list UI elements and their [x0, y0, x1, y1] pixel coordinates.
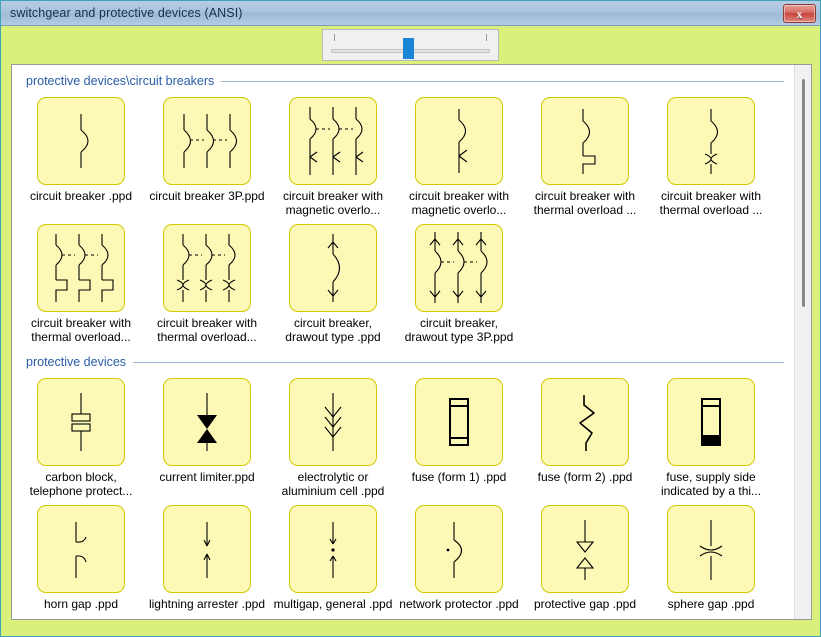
dialog-window: switchgear and protective devices (ANSI)… [0, 0, 821, 637]
symbol-item[interactable]: circuit breaker, drawout type 3P.ppd [396, 219, 522, 344]
section-header: protective devices [16, 346, 790, 373]
symbol-label: fuse (form 1) .ppd [411, 470, 507, 484]
scrollbar-thumb[interactable] [802, 79, 805, 307]
symbol-label: electrolytic or aluminium cell .ppd [281, 470, 385, 498]
section-header: protective devices\circuit breakers [16, 65, 790, 92]
symbol-item[interactable]: carbon block, telephone protect... [18, 373, 144, 498]
symbol-label: fuse, supply side indicated by a thi... [660, 470, 762, 498]
symbol-label: circuit breaker with thermal overload ..… [659, 189, 763, 217]
symbol-item[interactable]: circuit breaker, drawout type .ppd [270, 219, 396, 344]
symbol-item[interactable]: circuit breaker .ppd [18, 92, 144, 217]
symbol-tile[interactable] [415, 505, 503, 593]
symbol-tile[interactable] [37, 97, 125, 185]
slider-thumb[interactable] [403, 38, 414, 59]
symbol-tile[interactable] [289, 97, 377, 185]
symbol-item[interactable]: network protector .ppd [396, 500, 522, 611]
symbol-item[interactable]: circuit breaker with thermal overload... [18, 219, 144, 344]
symbol-item[interactable]: circuit breaker with thermal overload ..… [648, 92, 774, 217]
symbol-label: circuit breaker with thermal overload... [30, 316, 132, 344]
symbol-item[interactable]: electrolytic or aluminium cell .ppd [270, 373, 396, 498]
symbol-label: circuit breaker with thermal overload ..… [533, 189, 637, 217]
symbol-tile[interactable] [163, 378, 251, 466]
symbol-browser-panel: protective devices\circuit breakers circ… [11, 64, 812, 620]
symbol-label: circuit breaker .ppd [29, 189, 133, 203]
symbol-tile[interactable] [667, 505, 755, 593]
symbol-item[interactable]: lightning arrester .ppd [144, 500, 270, 611]
symbol-label: circuit breaker, drawout type 3P.ppd [404, 316, 514, 344]
symbol-item[interactable]: sphere gap .ppd [648, 500, 774, 611]
symbol-label: circuit breaker, drawout type .ppd [285, 316, 381, 344]
symbol-label: sphere gap .ppd [667, 597, 755, 611]
symbol-tile[interactable] [415, 224, 503, 312]
symbol-item[interactable]: circuit breaker 3P.ppd [144, 92, 270, 217]
symbol-list: protective devices\circuit breakers circ… [12, 65, 794, 619]
symbol-item[interactable]: current limiter.ppd [144, 373, 270, 498]
slider-toolbar [1, 26, 820, 64]
close-button[interactable]: x [783, 4, 816, 23]
slider-tick-left [334, 34, 335, 41]
symbol-tile[interactable] [541, 378, 629, 466]
symbol-item[interactable]: horn gap .ppd [18, 500, 144, 611]
section-divider [221, 80, 784, 82]
symbol-label: lightning arrester .ppd [148, 597, 266, 611]
symbol-tile[interactable] [163, 224, 251, 312]
symbol-tile[interactable] [37, 505, 125, 593]
symbol-label: network protector .ppd [399, 597, 519, 611]
symbol-tile[interactable] [163, 97, 251, 185]
symbol-item[interactable]: multigap, general .ppd [270, 500, 396, 611]
symbol-label: circuit breaker with magnetic overlo... [408, 189, 510, 217]
symbol-label: protective gap .ppd [533, 597, 637, 611]
slider-tick-right [486, 34, 487, 41]
symbol-label: fuse (form 2) .ppd [537, 470, 633, 484]
symbol-item[interactable]: fuse (form 2) .ppd [522, 373, 648, 498]
symbol-tile[interactable] [541, 97, 629, 185]
symbol-item[interactable]: circuit breaker with thermal overload... [144, 219, 270, 344]
symbol-tile[interactable] [289, 224, 377, 312]
symbol-label: circuit breaker with magnetic overlo... [282, 189, 384, 217]
symbol-label: circuit breaker with thermal overload... [156, 316, 258, 344]
title-bar: switchgear and protective devices (ANSI)… [1, 1, 820, 26]
vertical-scrollbar[interactable] [794, 65, 811, 619]
symbol-label: circuit breaker 3P.ppd [149, 189, 265, 203]
symbol-tile[interactable] [415, 378, 503, 466]
close-icon: x [796, 6, 803, 21]
section-divider [133, 361, 784, 363]
symbol-tile[interactable] [667, 97, 755, 185]
section-title: protective devices\circuit breakers [26, 74, 215, 88]
symbol-tile[interactable] [541, 505, 629, 593]
symbol-tile[interactable] [163, 505, 251, 593]
window-title: switchgear and protective devices (ANSI) [10, 6, 243, 20]
symbol-tile[interactable] [289, 378, 377, 466]
symbol-item[interactable]: fuse, supply side indicated by a thi... [648, 373, 774, 498]
symbol-item[interactable]: circuit breaker with thermal overload ..… [522, 92, 648, 217]
symbol-tile[interactable] [667, 378, 755, 466]
symbol-grid: carbon block, telephone protect... curre… [16, 373, 790, 613]
symbol-tile[interactable] [37, 378, 125, 466]
symbol-label: horn gap .ppd [43, 597, 119, 611]
symbol-item[interactable]: fuse (form 1) .ppd [396, 373, 522, 498]
symbol-label: current limiter.ppd [159, 470, 255, 484]
symbol-item[interactable]: circuit breaker with magnetic overlo... [270, 92, 396, 217]
symbol-tile[interactable] [289, 505, 377, 593]
symbol-label: carbon block, telephone protect... [29, 470, 133, 498]
symbol-item[interactable]: protective gap .ppd [522, 500, 648, 611]
section-title: protective devices [26, 355, 127, 369]
symbol-label: multigap, general .ppd [273, 597, 393, 611]
symbol-tile[interactable] [415, 97, 503, 185]
symbol-item[interactable]: circuit breaker with magnetic overlo... [396, 92, 522, 217]
symbol-grid: circuit breaker .ppd circuit breaker 3P.… [16, 92, 790, 346]
zoom-slider[interactable] [322, 29, 499, 61]
symbol-tile[interactable] [37, 224, 125, 312]
